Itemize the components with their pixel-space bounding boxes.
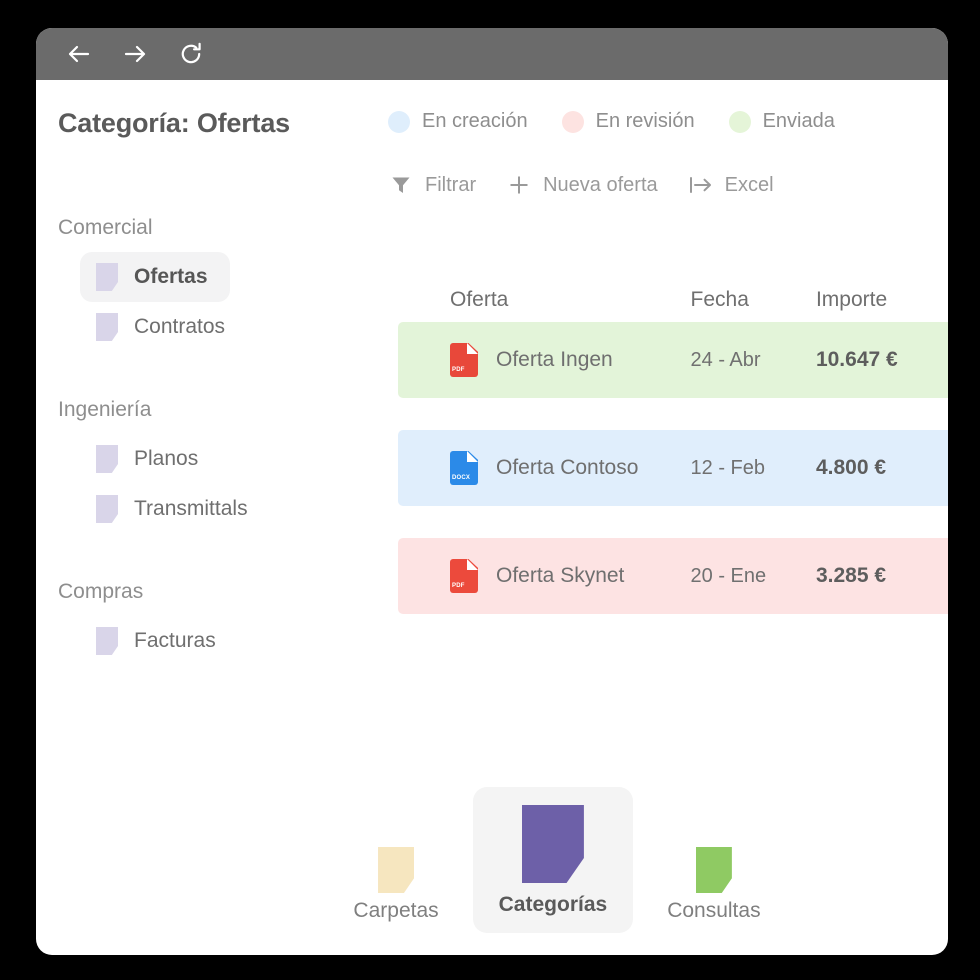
table-row[interactable]: PDF Oferta Skynet 20 - Ene 3.285 €: [398, 538, 948, 614]
new-offer-label: Nueva oferta: [543, 173, 658, 196]
sidebar-group-comercial: Comercial Ofertas Contratos: [36, 216, 366, 352]
status-legend: En creación En revisión Enviada: [388, 110, 835, 133]
sidebar-item-planos[interactable]: Planos: [80, 434, 220, 484]
sidebar-group-ingenieria: Ingeniería Planos Transmittals: [36, 398, 366, 534]
status-dot-enviada: [728, 110, 751, 133]
export-excel-button[interactable]: Excel: [688, 172, 774, 198]
offer-amount: 3.285 €: [815, 564, 887, 587]
sidebar-item-label: Ofertas: [134, 265, 208, 288]
nav-item-carpetas[interactable]: Carpetas: [341, 837, 450, 933]
sidebar-item-transmittals[interactable]: Transmittals: [80, 484, 270, 534]
page-title: Categoría: Ofertas: [58, 108, 290, 138]
legend-label: En creación: [422, 110, 528, 132]
legend-item-en-revision: En revisión: [561, 110, 695, 133]
nav-label: Consultas: [667, 899, 761, 922]
column-header-oferta: Oferta: [450, 288, 509, 311]
export-excel-label: Excel: [724, 173, 774, 196]
sidebar-group-title: Ingeniería: [58, 398, 152, 421]
column-header-fecha: Fecha: [690, 288, 749, 311]
legend-item-en-creacion: En creación: [388, 110, 528, 133]
arrow-right-icon: [121, 40, 149, 68]
offer-date: 12 - Feb: [690, 456, 765, 479]
app-content: Categoría: Ofertas En creación En revisi…: [36, 80, 948, 955]
legend-item-enviada: Enviada: [728, 110, 835, 133]
offer-amount: 10.647 €: [815, 348, 898, 371]
column-header-importe: Importe: [815, 288, 888, 311]
arrow-left-icon: [65, 40, 93, 68]
sidebar-item-facturas[interactable]: Facturas: [80, 616, 238, 666]
nav-label: Categorías: [498, 893, 608, 916]
sidebar: Comercial Ofertas Contratos Ingeniería P…: [36, 216, 366, 666]
sidebar-group-title: Comercial: [58, 216, 153, 239]
offer-date: 20 - Ene: [690, 564, 767, 587]
reload-button[interactable]: [174, 37, 208, 71]
file-type-label: PDF: [452, 367, 465, 373]
cell-oferta: DOCX Oferta Contoso: [450, 451, 691, 485]
sidebar-group-compras: Compras Facturas: [36, 580, 366, 666]
document-icon: [96, 627, 118, 655]
offer-date: 24 - Abr: [690, 348, 761, 371]
table-header-row: Oferta Fecha Importe: [398, 278, 948, 322]
filter-button[interactable]: Filtrar: [388, 172, 476, 198]
category-document-icon: [521, 805, 584, 883]
sidebar-group-title: Compras: [58, 580, 144, 603]
table-row[interactable]: PDF Oferta Ingen 24 - Abr 10.647 €: [398, 322, 948, 398]
forward-button[interactable]: [118, 37, 152, 71]
page-fold: [467, 559, 478, 570]
document-icon: [96, 263, 118, 291]
new-offer-button[interactable]: Nueva oferta: [506, 172, 658, 198]
status-dot-en-creacion: [388, 110, 410, 133]
cell-oferta: PDF Oferta Ingen: [450, 343, 691, 377]
pdf-file-icon: PDF: [450, 343, 478, 377]
sidebar-item-label: Facturas: [134, 629, 216, 652]
nav-item-categorias[interactable]: Categorías: [472, 787, 634, 933]
file-type-label: DOCX: [452, 475, 471, 481]
document-icon: [96, 445, 118, 473]
legend-label: En revisión: [595, 110, 695, 132]
filter-icon: [388, 172, 414, 198]
sidebar-item-ofertas[interactable]: Ofertas: [80, 252, 230, 302]
back-button[interactable]: [62, 37, 96, 71]
actions-toolbar: Filtrar Nueva oferta Excel: [388, 172, 774, 198]
plus-icon: [506, 172, 532, 198]
sidebar-item-label: Contratos: [134, 315, 226, 338]
legend-label: Enviada: [762, 110, 835, 132]
document-icon: [96, 313, 118, 341]
nav-item-consultas[interactable]: Consultas: [655, 837, 772, 933]
offer-amount: 4.800 €: [815, 456, 887, 479]
sidebar-item-contratos[interactable]: Contratos: [80, 302, 247, 352]
page-fold: [467, 343, 478, 354]
browser-toolbar: [36, 28, 948, 80]
offer-name: Oferta Skynet: [496, 564, 625, 587]
offers-table: Oferta Fecha Importe PDF Oferta Ingen 24…: [398, 278, 948, 614]
sidebar-item-label: Transmittals: [134, 497, 248, 520]
filter-label: Filtrar: [425, 173, 477, 196]
cell-oferta: PDF Oferta Skynet: [450, 559, 691, 593]
nav-label: Carpetas: [353, 899, 439, 922]
offer-name: Oferta Ingen: [496, 348, 613, 371]
sidebar-item-label: Planos: [134, 447, 199, 470]
folder-document-icon: [378, 847, 415, 893]
page-fold: [467, 451, 478, 462]
app-window: Categoría: Ofertas En creación En revisi…: [36, 28, 948, 955]
reload-icon: [177, 40, 205, 68]
pdf-file-icon: PDF: [450, 559, 478, 593]
bottom-navigation: Carpetas Categorías Consultas: [36, 787, 948, 933]
query-document-icon: [695, 847, 732, 893]
table-row[interactable]: DOCX Oferta Contoso 12 - Feb 4.800 €: [398, 430, 948, 506]
file-type-label: PDF: [452, 583, 465, 589]
document-icon: [96, 495, 118, 523]
docx-file-icon: DOCX: [450, 451, 478, 485]
export-icon: [688, 172, 714, 198]
offer-name: Oferta Contoso: [496, 456, 639, 479]
status-dot-en-revision: [561, 110, 584, 133]
